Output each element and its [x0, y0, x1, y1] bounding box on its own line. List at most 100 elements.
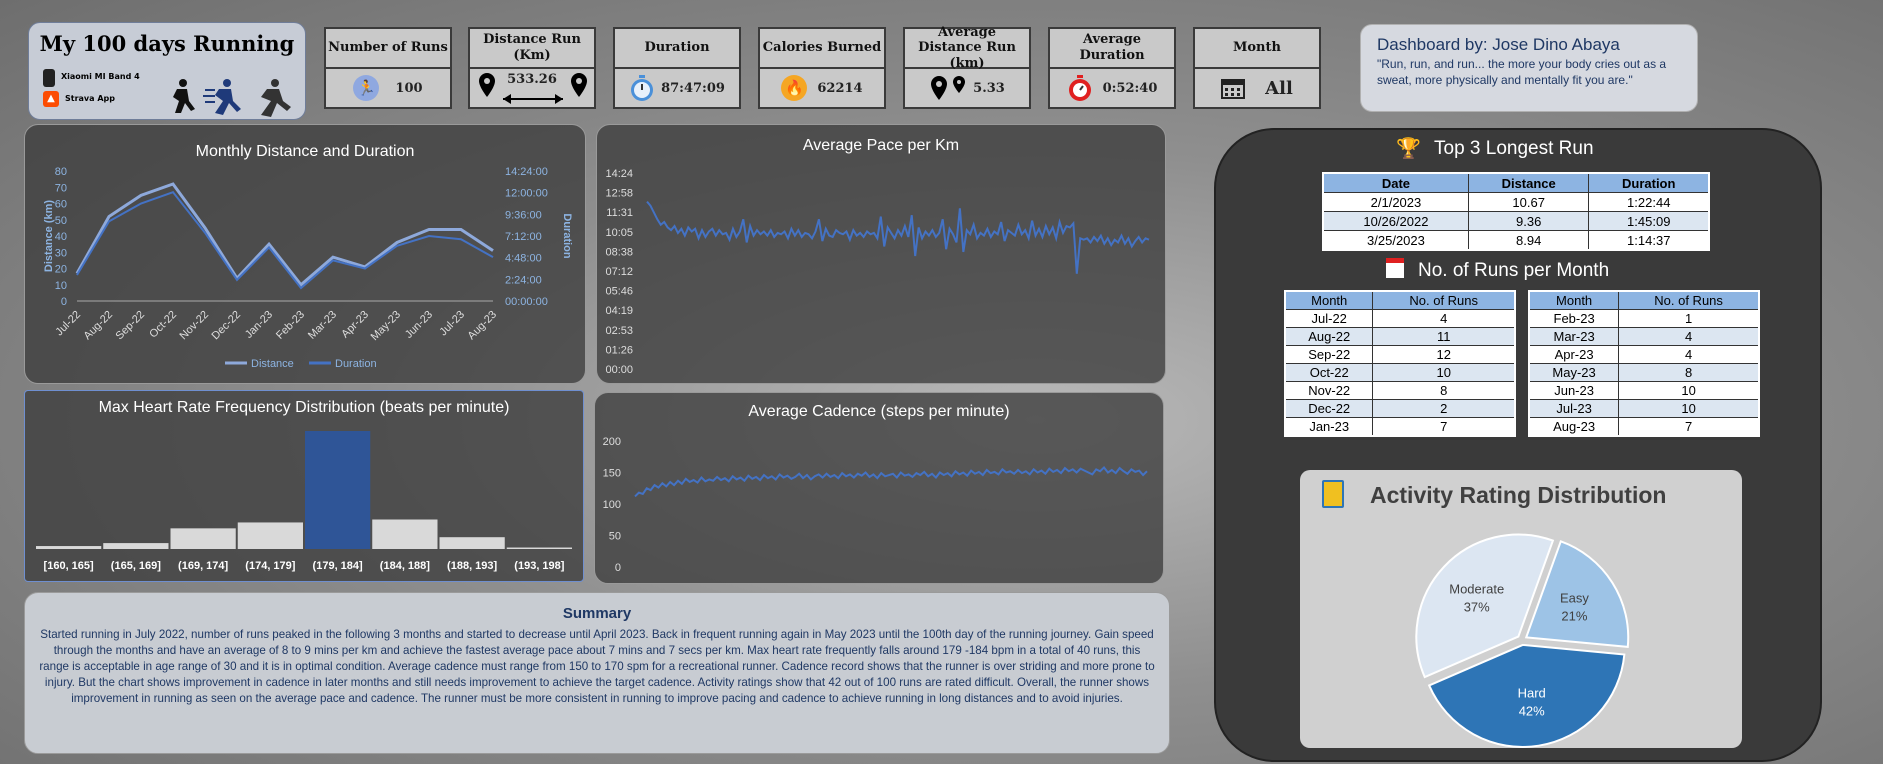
y2-tick-label: 7:12:00	[505, 231, 542, 243]
monthly-distance-chart: 0 10 20 30 40 50 60 70 80 00:00:00 2:24:00 4:48:00 7…	[43, 166, 573, 370]
series-line-distance	[75, 182, 494, 287]
top-runs-header: 🏆 Top 3 Longest Run	[1396, 136, 1656, 164]
histogram-bar	[305, 431, 371, 549]
kpi-label: Duration	[615, 29, 739, 69]
col-header: No. of Runs	[1618, 290, 1760, 310]
month-filter[interactable]: Month All	[1193, 27, 1321, 109]
kpi-value-text: 0:52:40	[1102, 80, 1158, 96]
table-row: 10/26/2022 9.36 1:45:09	[1322, 211, 1710, 231]
y-tick-label: 11:31	[606, 207, 633, 219]
cell: 8	[1372, 381, 1516, 400]
cell: Aug-22	[1284, 327, 1374, 346]
cell: 4	[1618, 345, 1760, 364]
cell: Feb-23	[1528, 309, 1620, 328]
summary-text: Started running in July 2022, number of …	[39, 628, 1155, 705]
top-runs-table: Date Distance Duration 2/1/2023 10.67 1:22:4…	[1322, 172, 1710, 251]
credit-card: Dashboard by: Jose Dino Abaya "Run, run,…	[1360, 24, 1698, 112]
average-pace-chart: 00:00 01:26 02:53 04:19 05:46 07:12 08:38 10:05…	[605, 168, 1150, 376]
cell: Apr-23	[1528, 345, 1620, 364]
right-panel: 🏆 Top 3 Longest Run Date Distance Duration…	[1214, 128, 1822, 762]
y-tick-label: 50	[609, 531, 621, 543]
pie-label: Hard	[1518, 685, 1546, 700]
cell: 2/1/2023	[1322, 192, 1469, 212]
calendar-page-icon	[1386, 258, 1404, 278]
table-row: Apr-23 4	[1528, 345, 1760, 364]
kpi-distance-run: Distance Run (Km) 533.26	[468, 27, 596, 109]
y2-tick-label: 14:24:00	[505, 166, 548, 178]
heart-rate-chart: [160, 165] (165, 169] (169, 174] (174, 179]…	[36, 431, 572, 572]
cell: 10	[1618, 381, 1760, 400]
kpi-value: 0:52:40	[1050, 69, 1174, 107]
stopwatch-icon	[631, 75, 654, 101]
pie-percent: 42%	[1519, 703, 1545, 718]
histogram-bar	[237, 522, 303, 549]
table-row: Aug-23 7	[1528, 417, 1760, 437]
summary-card: Summary Started running in July 2022, nu…	[24, 592, 1170, 754]
cell: Sep-22	[1284, 345, 1374, 364]
x-tick-label: Jul-23	[437, 309, 467, 339]
trophy-icon: 🏆	[1396, 136, 1421, 160]
monthly-distance-panel: Monthly Distance and Duration 0 10 20 30 40 5…	[24, 124, 586, 384]
x-tick-label: Apr-23	[339, 309, 371, 341]
y-tick-label: 20	[55, 264, 67, 276]
pie-percent: 21%	[1561, 609, 1587, 624]
cell: 7	[1372, 417, 1516, 437]
cell: 12	[1372, 345, 1516, 364]
histogram-bar	[170, 528, 236, 549]
kpi-label: Distance Run (Km)	[470, 29, 594, 69]
table-row: Jul-23 10	[1528, 399, 1760, 418]
cell: Jul-23	[1528, 399, 1620, 418]
cell: 2	[1372, 399, 1516, 418]
kpi-label: Average Distance Run (km)	[905, 25, 1029, 71]
y-tick-label: 100	[603, 499, 621, 511]
strava-icon: ▲	[43, 91, 59, 107]
kpi-value[interactable]: All	[1195, 69, 1319, 107]
cell: 10	[1372, 363, 1516, 382]
flame-icon: 🔥	[781, 75, 808, 101]
table-row: Jan-23 7	[1284, 417, 1516, 437]
x-tick-label: Sep-22	[114, 309, 148, 343]
kpi-average-duration: Average Duration 0:52:40	[1048, 27, 1176, 109]
table-row: Feb-23 1	[1528, 309, 1760, 328]
kpi-value: 🏃 100	[326, 69, 450, 107]
x-tick-label: (169, 174]	[178, 560, 228, 572]
cell: Mar-23	[1528, 327, 1620, 346]
y2-tick-label: 9:36:00	[505, 209, 542, 221]
top-runs-title: Top 3 Longest Run	[1434, 138, 1594, 159]
x-tick-label: (174, 179]	[245, 560, 295, 572]
x-tick-label: Feb-23	[274, 309, 307, 342]
histogram-bar	[36, 546, 102, 549]
cell: 1:22:44	[1588, 192, 1710, 212]
x-tick-label: [160, 165]	[44, 560, 94, 572]
histogram-bar	[506, 547, 572, 549]
credit-title: Dashboard by: Jose Dino Abaya	[1377, 35, 1620, 54]
y2-tick-label: 00:00:00	[505, 296, 548, 308]
x-tick-label: (179, 184]	[313, 560, 363, 572]
kpi-label: Number of Runs	[326, 29, 450, 69]
activity-rating-pie: Moderate 37% Easy 21% Hard 42%	[1415, 533, 1630, 748]
cell: 1	[1618, 309, 1760, 328]
average-pace-panel: Average Pace per Km 00:00 01:26 02:53 04:19…	[596, 124, 1166, 384]
cell: Jan-23	[1284, 417, 1374, 437]
kpi-value-text: 87:47:09	[661, 80, 725, 96]
col-header: Duration	[1588, 172, 1710, 193]
col-header: No. of Runs	[1372, 290, 1516, 310]
legend-label: Duration	[335, 358, 377, 370]
cell: 4	[1372, 309, 1516, 328]
header-card: My 100 days Running Xiaomi MI Band 4 ▲ S…	[28, 22, 306, 120]
y-tick-label: 04:19	[605, 305, 633, 317]
x-tick-label: Oct-22	[147, 309, 179, 341]
pie-percent: 37%	[1464, 599, 1490, 614]
cell: 11	[1372, 327, 1516, 346]
kpi-calories: Calories Burned 🔥 62214	[758, 27, 886, 109]
cell: Aug-23	[1528, 417, 1620, 437]
runs-table-right: Month No. of Runs Feb-23 1 Mar-23 4 Apr-23 4…	[1528, 290, 1760, 437]
cell: 1:14:37	[1588, 230, 1710, 251]
month-filter-value[interactable]: All	[1265, 78, 1293, 99]
cadence-panel: Average Cadence (steps per minute) 0 50 10…	[594, 392, 1164, 584]
table-row: May-23 8	[1528, 363, 1760, 382]
runner-icon: 🏃	[353, 75, 380, 101]
runs-table-left: Month No. of Runs Jul-22 4 Aug-22 11 Sep-22…	[1284, 290, 1516, 437]
cell: Nov-22	[1284, 381, 1374, 400]
x-tick-label: (184, 188]	[380, 560, 430, 572]
